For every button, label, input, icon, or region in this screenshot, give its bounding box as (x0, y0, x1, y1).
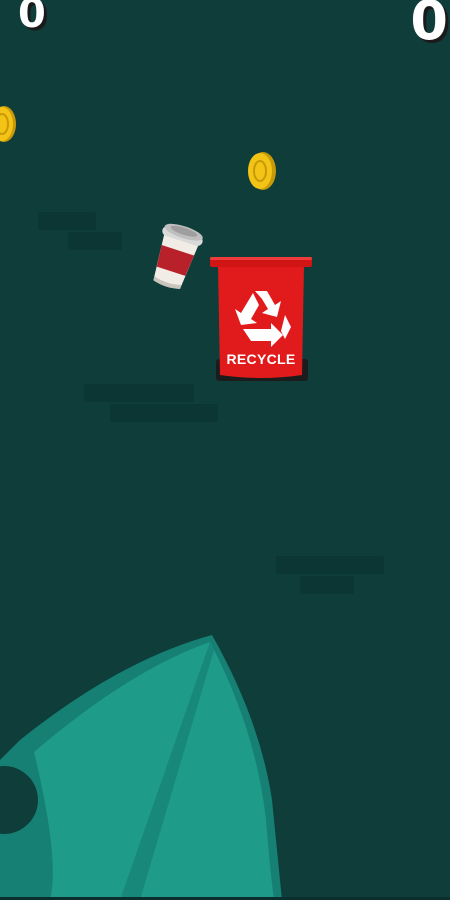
gold-coin-icon[interactable] (246, 150, 278, 192)
leaf-decoration (0, 635, 282, 900)
background-brick (276, 556, 384, 574)
background-brick (300, 576, 354, 594)
background-brick (84, 384, 194, 402)
background-brick (68, 232, 122, 250)
recycle-label: RECYCLE (226, 351, 296, 367)
background-brick (38, 212, 96, 230)
score-right: 0 (410, 0, 448, 52)
gold-coin-icon[interactable] (0, 104, 18, 144)
coffee-cup-icon[interactable] (141, 216, 211, 297)
background-brick (110, 404, 218, 422)
recycle-bin[interactable]: RECYCLE (210, 255, 312, 383)
score-left: 0 (18, 0, 46, 37)
game-scene[interactable]: 0 0 RECYCLE (0, 0, 450, 900)
